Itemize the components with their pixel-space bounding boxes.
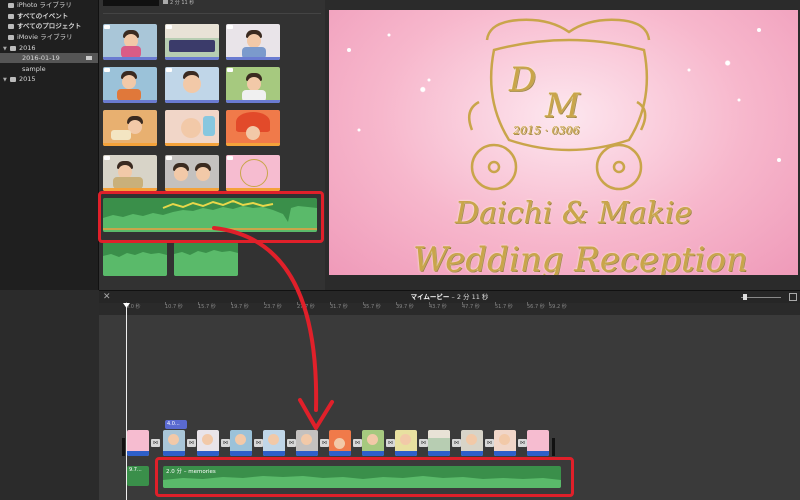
drag-arrow-annotation	[212, 226, 334, 430]
